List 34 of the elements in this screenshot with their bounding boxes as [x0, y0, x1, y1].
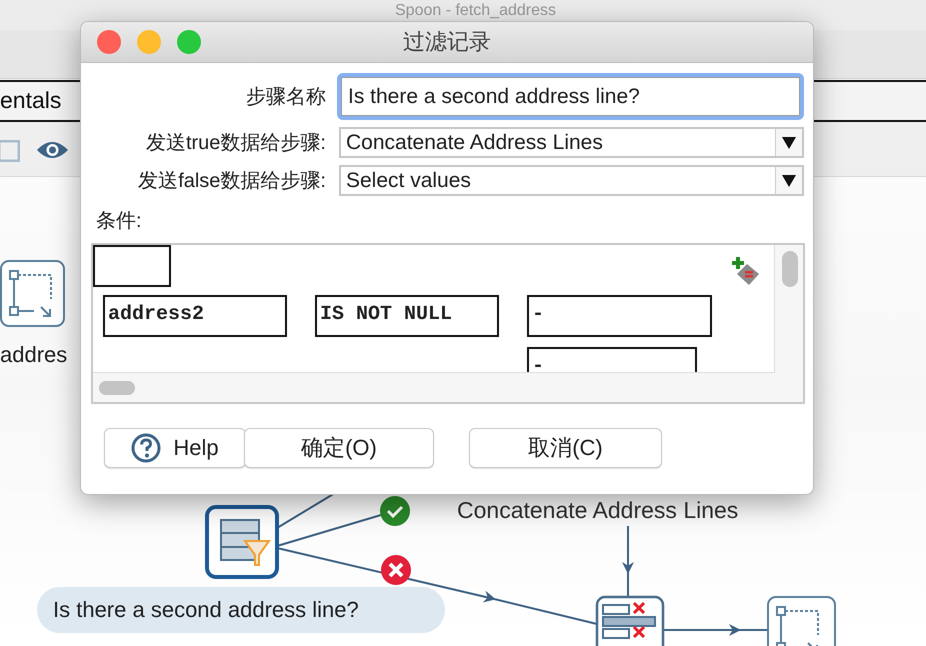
eye-icon[interactable]: [36, 140, 69, 160]
app-title: Spoon - fetch_address: [395, 1, 556, 20]
select-step-icon[interactable]: [767, 596, 836, 646]
condition-box[interactable]: [93, 245, 171, 287]
field-label: 发送false数据给步骤:: [137, 169, 326, 194]
caret-icon: [782, 136, 796, 150]
close-button[interactable]: [97, 30, 121, 54]
validator-step-icon[interactable]: [596, 596, 664, 646]
help-icon: [131, 433, 162, 463]
step-dropdown[interactable]: Concatenate Address Lines: [339, 127, 804, 158]
window-title: 过滤记录: [403, 29, 491, 54]
error-icon: [381, 555, 411, 585]
value-box[interactable]: -: [527, 295, 712, 337]
caret-icon: [782, 174, 796, 188]
condition-label: 条件:: [96, 209, 142, 234]
step-name-field[interactable]: Is there a second address line?: [337, 73, 804, 120]
select-step-icon[interactable]: [0, 260, 65, 327]
add-condition-icon[interactable]: [731, 256, 761, 286]
field-box[interactable]: address2: [103, 295, 287, 337]
dialog-button[interactable]: 确定(O): [244, 428, 434, 468]
step-dropdown[interactable]: Select values: [339, 165, 804, 196]
step-label: addres: [0, 342, 68, 368]
function-box[interactable]: IS NOT NULL: [315, 295, 499, 337]
filter-step-icon[interactable]: [205, 505, 279, 579]
field-label: 发送true数据给步骤:: [144, 131, 326, 156]
scrollbar-thumb[interactable]: [99, 381, 135, 395]
step-label: Concatenate Address Lines: [457, 497, 738, 524]
step-label: Is there a second address line?: [37, 587, 445, 633]
field-label: 步骤名称: [245, 85, 326, 110]
value-box[interactable]: -: [527, 347, 697, 372]
help-button[interactable]: Help: [104, 428, 246, 468]
tab[interactable]: entals: [0, 87, 62, 114]
scrollbar-thumb[interactable]: [782, 251, 798, 287]
dialog-button[interactable]: 取消(C): [469, 428, 662, 468]
